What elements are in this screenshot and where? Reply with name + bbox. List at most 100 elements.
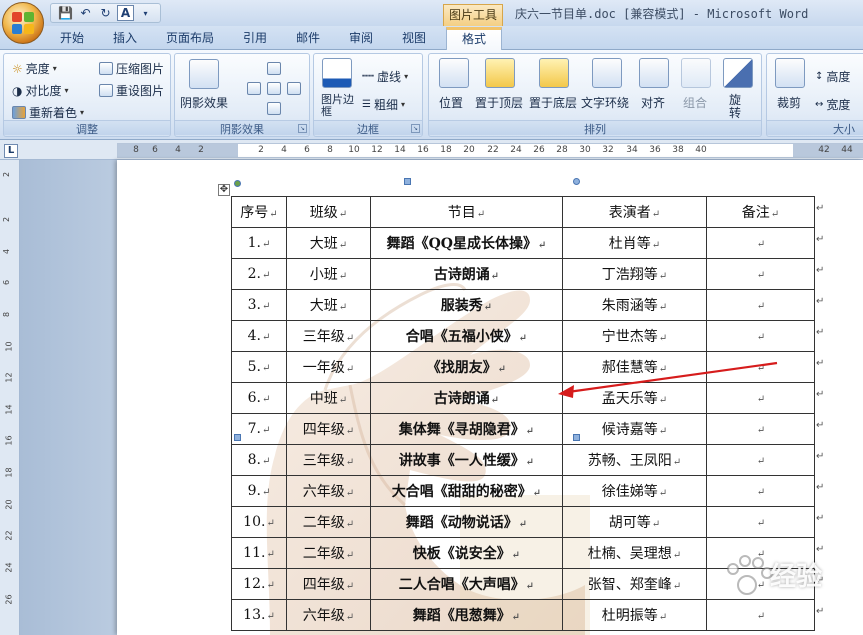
cell-note[interactable]: ↵ bbox=[706, 320, 815, 352]
reset-picture-button[interactable]: 重设图片 bbox=[99, 82, 164, 99]
cell-index[interactable]: 8.↵ bbox=[231, 444, 287, 476]
cell-program[interactable]: 服装秀↵ bbox=[370, 289, 563, 321]
cell-class[interactable]: 四年级↵ bbox=[286, 413, 371, 445]
cell-program[interactable]: 舞蹈《动物说话》↵ bbox=[370, 506, 563, 538]
tab-view[interactable]: 视图 bbox=[402, 29, 426, 46]
cell-program[interactable]: 古诗朗诵↵ bbox=[370, 258, 563, 290]
format-painter-icon[interactable]: A bbox=[117, 5, 134, 21]
nudge-shadow-down-icon[interactable] bbox=[267, 102, 281, 115]
cell-program[interactable]: 古诗朗诵↵ bbox=[370, 382, 563, 414]
shadow-dialog-launcher[interactable]: ↘ bbox=[298, 124, 307, 133]
header-cell[interactable]: 表演者↵ bbox=[562, 196, 707, 228]
resize-handle-left[interactable] bbox=[234, 434, 241, 441]
cell-index[interactable]: 2.↵ bbox=[231, 258, 287, 290]
resize-handle-top[interactable] bbox=[404, 178, 411, 185]
nudge-shadow-left-icon[interactable] bbox=[247, 82, 261, 95]
cell-performer[interactable]: 朱雨涵等↵ bbox=[562, 289, 707, 321]
tab-references[interactable]: 引用 bbox=[243, 29, 267, 46]
cell-class[interactable]: 三年级↵ bbox=[286, 320, 371, 352]
cell-index[interactable]: 1.↵ bbox=[231, 227, 287, 259]
toggle-shadow-icon[interactable] bbox=[267, 82, 281, 95]
send-to-back-icon[interactable] bbox=[539, 58, 569, 88]
cell-class[interactable]: 四年级↵ bbox=[286, 568, 371, 600]
cell-note[interactable]: ↵ bbox=[706, 258, 815, 290]
cell-program[interactable]: 集体舞《寻胡隐君》↵ bbox=[370, 413, 563, 445]
rotate-handle[interactable] bbox=[234, 180, 241, 187]
tab-selector[interactable]: L bbox=[4, 144, 18, 158]
tab-page-layout[interactable]: 页面布局 bbox=[166, 29, 214, 46]
cell-index[interactable]: 9.↵ bbox=[231, 475, 287, 507]
cell-index[interactable]: 4.↵ bbox=[231, 320, 287, 352]
header-cell[interactable]: 序号↵ bbox=[231, 196, 287, 228]
cell-note[interactable]: ↵ bbox=[706, 444, 815, 476]
cell-class[interactable]: 六年级↵ bbox=[286, 475, 371, 507]
cell-program[interactable]: 讲故事《一人性缓》↵ bbox=[370, 444, 563, 476]
shadow-effects-button[interactable]: 阴影效果 bbox=[180, 94, 228, 111]
tab-format[interactable]: 格式 bbox=[446, 27, 502, 50]
cell-performer[interactable]: 杜楠、吴理想↵ bbox=[562, 537, 707, 569]
cell-class[interactable]: 大班↵ bbox=[286, 289, 371, 321]
cell-note[interactable]: ↵ bbox=[706, 289, 815, 321]
cell-class[interactable]: 六年级↵ bbox=[286, 599, 371, 631]
cell-program[interactable]: 舞蹈《甩葱舞》↵ bbox=[370, 599, 563, 631]
nudge-shadow-right-icon[interactable] bbox=[287, 82, 301, 95]
cell-class[interactable]: 三年级↵ bbox=[286, 444, 371, 476]
group-objects-icon[interactable] bbox=[681, 58, 711, 88]
send-to-back-button[interactable]: 置于底层 bbox=[529, 94, 577, 111]
cell-performer[interactable]: 胡可等↵ bbox=[562, 506, 707, 538]
table-move-handle[interactable]: ✥ bbox=[218, 184, 230, 196]
tab-home[interactable]: 开始 bbox=[60, 29, 84, 46]
contrast-button[interactable]: ◑ 对比度 ▾ bbox=[12, 82, 69, 99]
align-icon[interactable] bbox=[639, 58, 669, 88]
cell-class[interactable]: 大班↵ bbox=[286, 227, 371, 259]
width-field[interactable]: ↔ 宽度 bbox=[815, 96, 850, 113]
cell-index[interactable]: 5.↵ bbox=[231, 351, 287, 383]
cell-index[interactable]: 3.↵ bbox=[231, 289, 287, 321]
text-wrapping-button[interactable]: 文字环绕 bbox=[581, 94, 629, 111]
cell-performer[interactable]: 杜明振等↵ bbox=[562, 599, 707, 631]
shadow-effects-icon[interactable] bbox=[189, 59, 219, 89]
cell-index[interactable]: 11.↵ bbox=[231, 537, 287, 569]
undo-icon[interactable]: ↶ bbox=[77, 5, 94, 21]
crop-button[interactable]: 裁剪 bbox=[777, 94, 801, 111]
crop-icon[interactable] bbox=[775, 58, 805, 88]
bring-to-front-icon[interactable] bbox=[485, 58, 515, 88]
dashes-button[interactable]: ┅┅ 虚线 ▾ bbox=[362, 68, 408, 85]
picture-border-icon[interactable] bbox=[322, 58, 352, 88]
tab-review[interactable]: 审阅 bbox=[349, 29, 373, 46]
resize-handle-right[interactable] bbox=[573, 434, 580, 441]
cell-note[interactable]: ↵ bbox=[706, 413, 815, 445]
align-button[interactable]: 对齐 bbox=[641, 94, 665, 111]
cell-class[interactable]: 一年级↵ bbox=[286, 351, 371, 383]
header-cell[interactable]: 备注↵ bbox=[706, 196, 815, 228]
picture-border-button[interactable]: 图片边框 bbox=[321, 94, 361, 118]
cell-class[interactable]: 二年级↵ bbox=[286, 506, 371, 538]
cell-class[interactable]: 二年级↵ bbox=[286, 537, 371, 569]
border-dialog-launcher[interactable]: ↘ bbox=[411, 124, 420, 133]
recolor-button[interactable]: 重新着色 ▾ bbox=[12, 104, 84, 121]
resize-handle-top-right[interactable] bbox=[573, 178, 580, 185]
tab-insert[interactable]: 插入 bbox=[113, 29, 137, 46]
cell-program[interactable]: 《找朋友》↵ bbox=[370, 351, 563, 383]
cell-class[interactable]: 中班↵ bbox=[286, 382, 371, 414]
brightness-button[interactable]: ☼ 亮度 ▾ bbox=[12, 60, 57, 77]
height-field[interactable]: ↕ 高度 bbox=[815, 68, 850, 85]
text-wrapping-icon[interactable] bbox=[592, 58, 622, 88]
nudge-shadow-up-icon[interactable] bbox=[267, 62, 281, 75]
cell-performer[interactable]: 候诗嘉等↵ bbox=[562, 413, 707, 445]
cell-index[interactable]: 10.↵ bbox=[231, 506, 287, 538]
header-cell[interactable]: 班级↵ bbox=[286, 196, 371, 228]
cell-class[interactable]: 小班↵ bbox=[286, 258, 371, 290]
tab-mailings[interactable]: 邮件 bbox=[296, 29, 320, 46]
cell-performer[interactable]: 徐佳娣等↵ bbox=[562, 475, 707, 507]
cell-program[interactable]: 合唱《五福小侠》↵ bbox=[370, 320, 563, 352]
compress-pictures-button[interactable]: 压缩图片 bbox=[99, 60, 164, 77]
cell-index[interactable]: 12.↵ bbox=[231, 568, 287, 600]
group-objects-button[interactable]: 组合 bbox=[683, 94, 707, 111]
cell-program[interactable]: 快板《说安全》↵ bbox=[370, 537, 563, 569]
cell-note[interactable]: ↵ bbox=[706, 506, 815, 538]
cell-performer[interactable]: 苏畅、王凤阳↵ bbox=[562, 444, 707, 476]
bring-to-front-button[interactable]: 置于顶层 bbox=[475, 94, 523, 111]
save-icon[interactable]: 💾 bbox=[57, 5, 74, 21]
position-button[interactable]: 位置 bbox=[439, 94, 463, 111]
